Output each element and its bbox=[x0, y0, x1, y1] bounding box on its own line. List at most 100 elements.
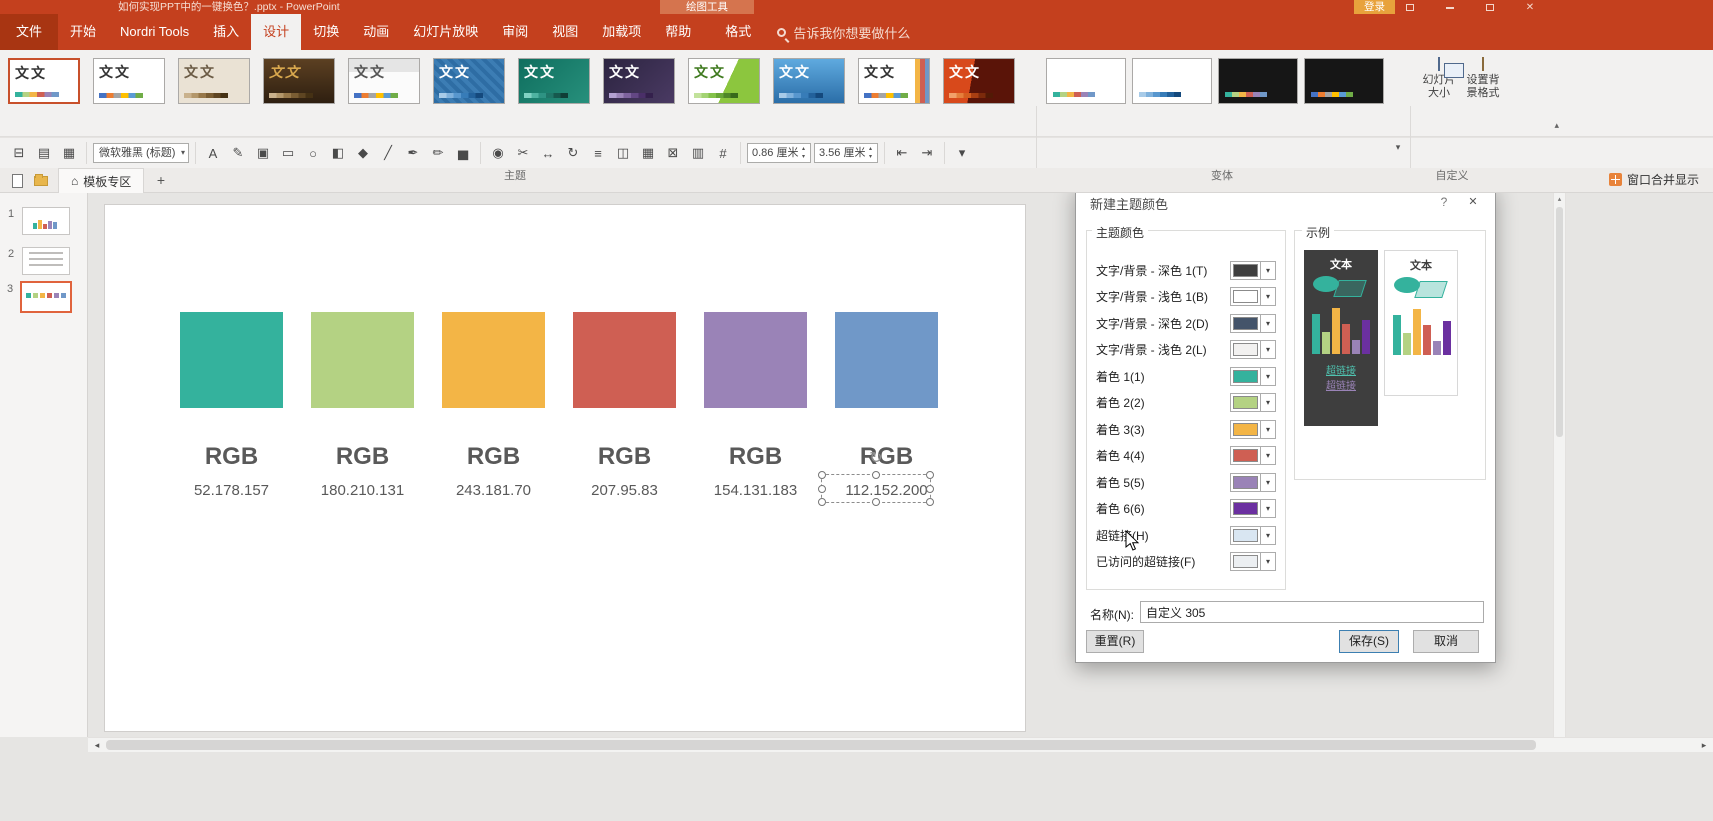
rgb-label-1[interactable]: RGB bbox=[180, 443, 283, 471]
color-swatch-dropdown[interactable]: ▾ bbox=[1230, 499, 1276, 518]
resize-icon[interactable]: ↔ bbox=[537, 143, 559, 163]
bring-forward-icon[interactable]: ⇤ bbox=[891, 143, 913, 163]
scroll-up-icon[interactable]: ▴ bbox=[1554, 195, 1565, 203]
resize-handle[interactable] bbox=[926, 498, 934, 506]
color-swatch-dropdown[interactable]: ▾ bbox=[1230, 393, 1276, 412]
reset-button[interactable]: 重置(R) bbox=[1086, 630, 1144, 653]
theme-thumbnail-3[interactable]: 文文 bbox=[178, 58, 250, 104]
rgb-label-6[interactable]: RGB bbox=[835, 443, 938, 471]
close-icon[interactable]: ✕ bbox=[1463, 193, 1483, 211]
insert-picture-icon[interactable]: ▣ bbox=[252, 143, 274, 163]
theme-thumbnail-11[interactable]: 文文 bbox=[858, 58, 930, 104]
shape-ellipse-icon[interactable]: ○ bbox=[302, 143, 324, 163]
color-swatch-dropdown[interactable]: ▾ bbox=[1230, 446, 1276, 465]
slide-master-icon[interactable]: ▤ bbox=[33, 143, 55, 163]
font-name-combo[interactable]: 微软雅黑 (标题)▾ bbox=[93, 143, 189, 163]
theme-thumbnail-2[interactable]: 文文 bbox=[93, 58, 165, 104]
theme-thumbnail-12[interactable]: 文文 bbox=[943, 58, 1015, 104]
rotate-object-icon[interactable]: ↻ bbox=[562, 143, 584, 163]
variants-more-icon[interactable]: ▾ bbox=[1390, 140, 1406, 154]
spinner-down-icon[interactable]: ▾ bbox=[866, 153, 875, 161]
tab-transitions[interactable]: 切换 bbox=[301, 14, 351, 50]
rgb-label-2[interactable]: RGB bbox=[311, 443, 414, 471]
rgb-value-2[interactable]: 180.210.131 bbox=[311, 482, 414, 499]
text-box-icon[interactable]: ▭ bbox=[277, 143, 299, 163]
variant-thumbnail-2[interactable] bbox=[1132, 58, 1212, 104]
delete-icon[interactable]: ⊠ bbox=[662, 143, 684, 163]
ink-pen-icon[interactable]: ✒ bbox=[402, 143, 424, 163]
tab-animations[interactable]: 动画 bbox=[351, 14, 401, 50]
tab-design[interactable]: 设计 bbox=[251, 14, 301, 50]
help-icon[interactable]: ? bbox=[1435, 193, 1453, 211]
slide-canvas[interactable]: RGB 52.178.157 RGB 180.210.131 RGB 243.1… bbox=[105, 205, 1025, 731]
slide-size-button[interactable]: 幻灯片大小 bbox=[1418, 58, 1460, 158]
close-icon[interactable]: ✕ bbox=[1519, 2, 1541, 13]
tab-home[interactable]: 开始 bbox=[58, 14, 108, 50]
textbox-selection[interactable]: ↻ bbox=[821, 474, 931, 503]
tab-file[interactable]: 文件 bbox=[0, 14, 58, 50]
cancel-button[interactable]: 取消 bbox=[1413, 630, 1479, 653]
tab-slideshow[interactable]: 幻灯片放映 bbox=[401, 14, 490, 50]
color-square-4[interactable] bbox=[573, 312, 676, 408]
tab-format[interactable]: 格式 bbox=[713, 14, 763, 50]
rgb-value-5[interactable]: 154.131.183 bbox=[704, 482, 807, 499]
resize-handle[interactable] bbox=[872, 471, 880, 479]
slide-thumbnail-3-selected[interactable]: 3 bbox=[20, 281, 72, 313]
slide-thumbnail-2[interactable]: 2 bbox=[22, 247, 70, 275]
color-swatch-dropdown[interactable]: ▾ bbox=[1230, 473, 1276, 492]
minimize-icon[interactable] bbox=[1439, 2, 1461, 13]
spinner-up-icon[interactable]: ▴ bbox=[866, 145, 875, 153]
line-icon[interactable]: ╱ bbox=[377, 143, 399, 163]
horizontal-scrollbar[interactable]: ◂ ▸ bbox=[88, 737, 1713, 752]
save-button[interactable]: 保存(S) bbox=[1339, 630, 1399, 653]
theme-thumbnail-7[interactable]: 文文 bbox=[518, 58, 590, 104]
insert-table-icon[interactable]: ▦ bbox=[58, 143, 80, 163]
format-background-button[interactable]: 设置背景格式 bbox=[1462, 58, 1504, 158]
open-folder-icon[interactable] bbox=[32, 172, 50, 189]
ribbon-display-options-icon[interactable] bbox=[1399, 2, 1421, 13]
tell-me-search[interactable]: 告诉我你想要做什么 bbox=[777, 14, 910, 50]
resize-handle[interactable] bbox=[818, 498, 826, 506]
gridlines-icon[interactable]: # bbox=[712, 143, 734, 163]
theme-thumbnail-10[interactable]: 文文 bbox=[773, 58, 845, 104]
rotate-handle-icon[interactable]: ↻ bbox=[869, 448, 882, 468]
rgb-value-4[interactable]: 207.95.83 bbox=[573, 482, 676, 499]
theme-thumbnail-1[interactable]: 文文 bbox=[8, 58, 80, 104]
slide-thumbnail-1[interactable]: 1 bbox=[22, 207, 70, 235]
theme-thumbnail-8[interactable]: 文文 bbox=[603, 58, 675, 104]
scroll-right-icon[interactable]: ▸ bbox=[1697, 738, 1711, 752]
color-swatch-dropdown[interactable]: ▾ bbox=[1230, 314, 1276, 333]
horizontal-scroll-thumb[interactable] bbox=[106, 740, 1536, 750]
tab-nordri-tools[interactable]: Nordri Tools bbox=[108, 14, 201, 50]
color-swatch-dropdown[interactable]: ▾ bbox=[1230, 340, 1276, 359]
column-chart-icon[interactable]: ▥ bbox=[687, 143, 709, 163]
color-swatch-dropdown[interactable]: ▾ bbox=[1230, 526, 1276, 545]
resize-handle[interactable] bbox=[872, 498, 880, 506]
tab-template-zone[interactable]: ⌂ 模板专区 bbox=[58, 168, 144, 193]
color-square-3[interactable] bbox=[442, 312, 545, 408]
variant-thumbnail-4[interactable] bbox=[1304, 58, 1384, 104]
color-swatch-dropdown[interactable]: ▾ bbox=[1230, 367, 1276, 386]
tab-review[interactable]: 审阅 bbox=[490, 14, 540, 50]
crop-icon[interactable]: ✂ bbox=[512, 143, 534, 163]
fill-color-icon[interactable]: ◆ bbox=[352, 143, 374, 163]
color-square-5[interactable] bbox=[704, 312, 807, 408]
add-tab-button[interactable]: + bbox=[152, 171, 170, 189]
shape-effects-icon[interactable]: ◉ bbox=[487, 143, 509, 163]
color-square-6[interactable] bbox=[835, 312, 938, 408]
resize-handle[interactable] bbox=[926, 485, 934, 493]
sign-in-button[interactable]: 登录 bbox=[1354, 0, 1395, 14]
send-backward-icon[interactable]: ⇥ bbox=[916, 143, 938, 163]
spinner-down-icon[interactable]: ▾ bbox=[799, 153, 808, 161]
rgb-label-4[interactable]: RGB bbox=[573, 443, 676, 471]
shape-height-stepper[interactable]: 0.86 厘米▴▾ bbox=[747, 143, 811, 163]
scroll-left-icon[interactable]: ◂ bbox=[90, 738, 104, 752]
new-presentation-icon[interactable] bbox=[8, 172, 26, 189]
align-objects-icon[interactable]: ≡ bbox=[587, 143, 609, 163]
tab-view[interactable]: 视图 bbox=[540, 14, 590, 50]
rgb-value-1[interactable]: 52.178.157 bbox=[180, 482, 283, 499]
variant-thumbnail-3[interactable] bbox=[1218, 58, 1298, 104]
theme-thumbnail-6[interactable]: 文文 bbox=[433, 58, 505, 104]
theme-thumbnail-5[interactable]: 文文 bbox=[348, 58, 420, 104]
theme-thumbnail-9[interactable]: 文文 bbox=[688, 58, 760, 104]
